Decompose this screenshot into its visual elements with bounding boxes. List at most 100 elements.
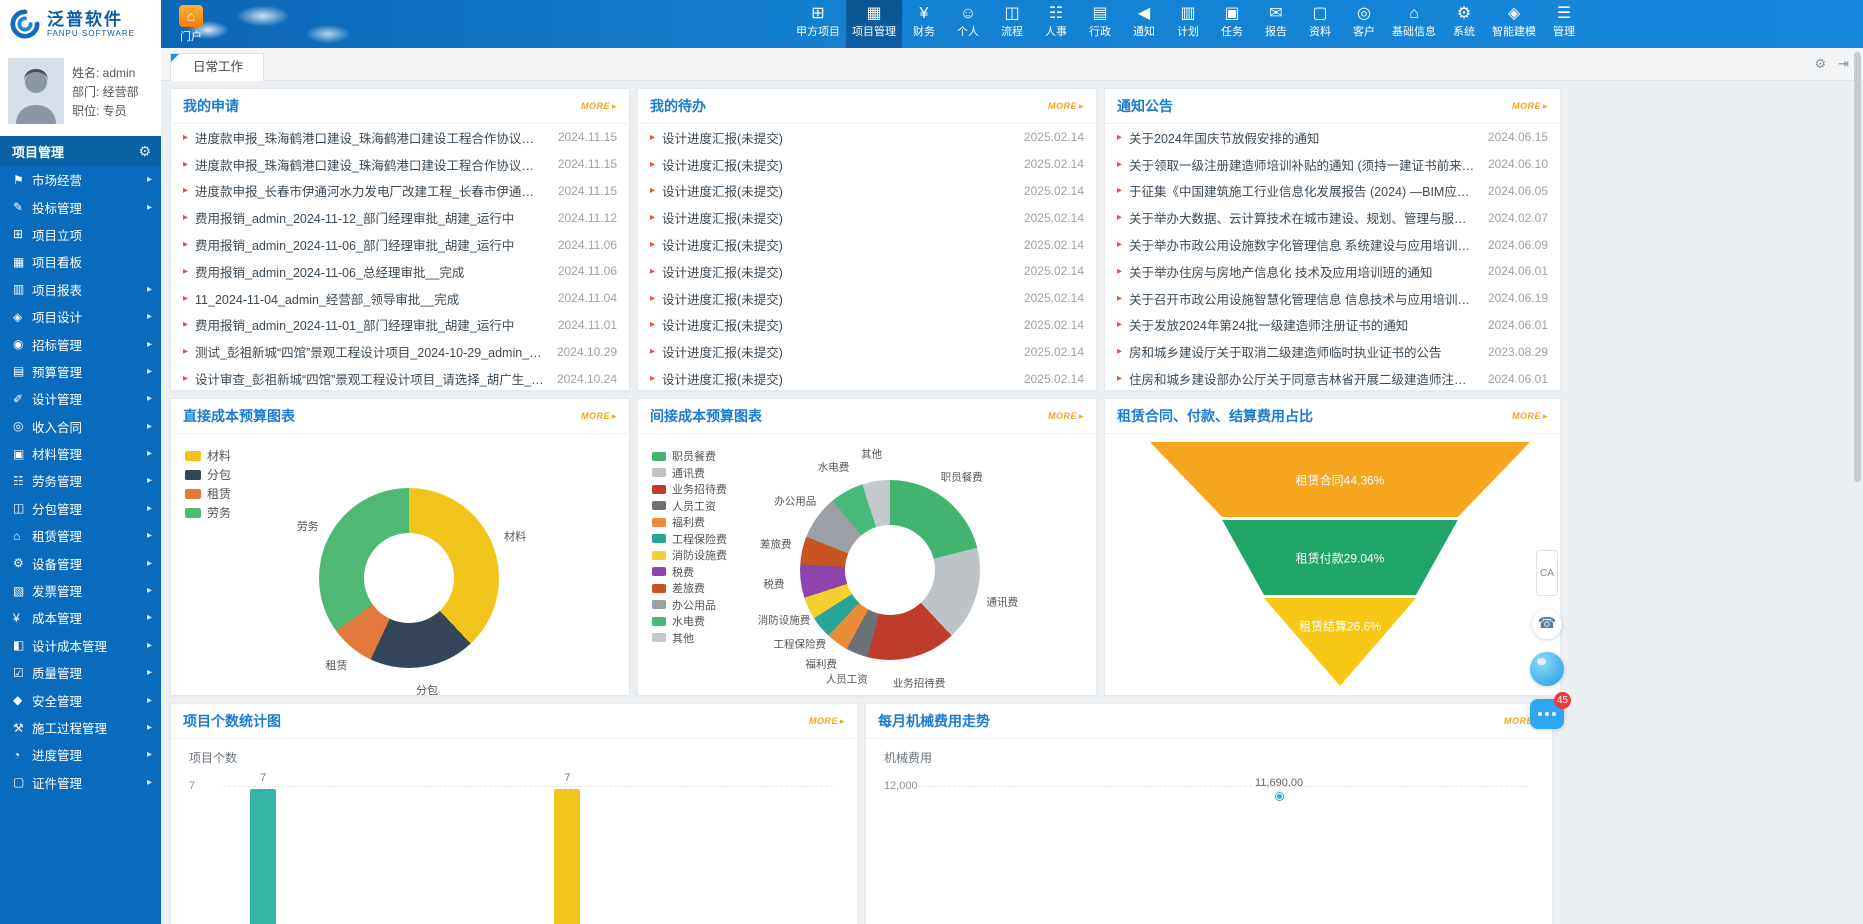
sidebar-item[interactable]: ▦ 项目看板 ▸ (0, 248, 161, 275)
sidebar-item[interactable]: ✐ 设计管理 ▸ (0, 385, 161, 412)
bar-column[interactable]: 7 (243, 772, 283, 924)
gear-icon[interactable]: ⚙ (138, 143, 151, 160)
list-item[interactable]: ▸ 费用报销_admin_2024-11-06_总经理审批__完成 2024.1… (171, 258, 629, 285)
sidebar-item[interactable]: ◧ 设计成本管理 ▸ (0, 632, 161, 659)
top-nav-item[interactable]: ◫ 流程 (990, 0, 1034, 48)
list-item[interactable]: ▸ 设计审查_彭祖新城“四馆”景观工程设计项目_请选择_胡广生_2024-10-… (171, 365, 629, 390)
top-nav-item[interactable]: ☺ 个人 (946, 0, 990, 48)
top-nav-item[interactable]: ☷ 人事 (1034, 0, 1078, 48)
top-nav-item[interactable]: ◎ 客户 (1342, 0, 1386, 48)
list-item[interactable]: ▸ 11_2024-11-04_admin_经营部_领导审批__完成 2024.… (171, 285, 629, 312)
sidebar-item[interactable]: ▥ 项目报表 ▸ (0, 276, 161, 303)
sidebar-item[interactable]: ◔ 进度管理 ▸ (0, 741, 161, 768)
list-item[interactable]: ▸ 于征集《中国建筑施工行业信息化发展报告 (2024) —BIM应用与发展》材… (1105, 178, 1560, 205)
top-nav-item[interactable]: ☰ 管理 (1542, 0, 1586, 48)
legend-item[interactable]: 差旅费 (652, 580, 727, 597)
list-item[interactable]: ▸ 设计进度汇报(未提交) 2025.02.14 (638, 285, 1096, 312)
list-item[interactable]: ▸ 设计进度汇报(未提交) 2025.02.14 (638, 178, 1096, 205)
tab-daily-work[interactable]: 日常工作 (170, 53, 264, 81)
list-item[interactable]: ▸ 设计进度汇报(未提交) 2025.02.14 (638, 258, 1096, 285)
chat-button[interactable]: 45 (1530, 699, 1564, 729)
bar[interactable] (554, 789, 580, 924)
list-item[interactable]: ▸ 房和城乡建设厅关于取消二级建造师临时执业证书的公告 2023.08.29 (1105, 338, 1560, 365)
sidebar-item[interactable]: ◆ 安全管理 ▸ (0, 686, 161, 713)
list-item[interactable]: ▸ 费用报销_admin_2024-11-12_部门经理审批_胡建_运行中 20… (171, 204, 629, 231)
list-item[interactable]: ▸ 关于2024年国庆节放假安排的通知 2024.06.15 (1105, 124, 1560, 151)
top-nav-item[interactable]: ⊞ 甲方项目 (790, 0, 846, 48)
sidebar-item[interactable]: ▤ 预算管理 ▸ (0, 358, 161, 385)
sidebar-item[interactable]: ◉ 招标管理 ▸ (0, 330, 161, 357)
list-item[interactable]: ▸ 设计进度汇报(未提交) 2025.02.14 (638, 204, 1096, 231)
sidebar-item[interactable]: ▧ 发票管理 ▸ (0, 577, 161, 604)
legend-item[interactable]: 办公用品 (652, 597, 727, 614)
top-nav-item[interactable]: ✉ 报告 (1254, 0, 1298, 48)
list-item[interactable]: ▸ 进度款申报_珠海鹤港口建设_珠海鹤港口建设工程合作协议书_admin_...… (171, 124, 629, 151)
list-item[interactable]: ▸ 测试_彭祖新城“四馆”景观工程设计项目_2024-10-29_admin_结… (171, 338, 629, 365)
top-nav-item[interactable]: ¥ 财务 (902, 0, 946, 48)
list-item[interactable]: ▸ 费用报销_admin_2024-11-01_部门经理审批_胡建_运行中 20… (171, 312, 629, 339)
top-nav-item[interactable]: ◈ 智能建模 (1486, 0, 1542, 48)
more-link[interactable]: MORE▸ (1512, 411, 1548, 422)
funnel-segment[interactable]: 租赁合同44.36% (1150, 442, 1530, 517)
sidebar-item[interactable]: ⌂ 租赁管理 ▸ (0, 522, 161, 549)
top-nav-item[interactable]: ▣ 任务 (1210, 0, 1254, 48)
legend-item[interactable]: 租赁 (185, 484, 231, 503)
more-link[interactable]: MORE▸ (581, 411, 617, 422)
legend-item[interactable]: 水电费 (652, 613, 727, 630)
data-point[interactable] (1276, 793, 1283, 800)
top-nav-item[interactable]: ▥ 计划 (1166, 0, 1210, 48)
funnel-segment[interactable]: 租赁付款29.04% (1150, 520, 1530, 595)
sidebar-item[interactable]: ✎ 投标管理 ▸ (0, 193, 161, 220)
legend-item[interactable]: 通讯费 (652, 465, 727, 482)
sidebar-item[interactable]: ⊞ 项目立项 ▸ (0, 221, 161, 248)
top-nav-item[interactable]: ⚙ 系统 (1442, 0, 1486, 48)
sidebar-item[interactable]: ◈ 项目设计 ▸ (0, 303, 161, 330)
list-item[interactable]: ▸ 设计进度汇报(未提交) 2025.02.14 (638, 151, 1096, 178)
sidebar-item[interactable]: ▢ 证件管理 ▸ (0, 769, 161, 796)
sidebar-item[interactable]: ⚙ 设备管理 ▸ (0, 549, 161, 576)
more-link[interactable]: MORE▸ (1512, 101, 1548, 112)
settings-icon[interactable]: ⚙ (1814, 56, 1826, 72)
list-item[interactable]: ▸ 进度款申报_珠海鹤港口建设_珠海鹤港口建设工程合作协议书_admin_...… (171, 151, 629, 178)
top-nav-item[interactable]: ⌂ 基础信息 (1386, 0, 1442, 48)
service-button[interactable] (1530, 652, 1564, 686)
legend-item[interactable]: 工程保险费 (652, 531, 727, 548)
list-item[interactable]: ▸ 关于举办大数据、云计算技术在城市建设、规划、管理与服务中的应用培训班... … (1105, 204, 1560, 231)
bar[interactable] (250, 789, 276, 924)
nav-portal[interactable]: ⌂ 门户 (166, 2, 216, 48)
sidebar-item[interactable]: ☑ 质量管理 ▸ (0, 659, 161, 686)
list-item[interactable]: ▸ 设计进度汇报(未提交) 2025.02.14 (638, 365, 1096, 390)
legend-item[interactable]: 业务招待费 (652, 481, 727, 498)
side-tab-ca[interactable]: CA (1536, 550, 1558, 596)
list-item[interactable]: ▸ 住房和城乡建设部办公厅关于同意吉林省开展二级建造师注册证书电子化试点... … (1105, 365, 1560, 390)
vertical-scrollbar[interactable] (1854, 50, 1861, 920)
list-item[interactable]: ▸ 费用报销_admin_2024-11-06_部门经理审批_胡建_运行中 20… (171, 231, 629, 258)
legend-item[interactable]: 人员工资 (652, 498, 727, 515)
list-item[interactable]: ▸ 设计进度汇报(未提交) 2025.02.14 (638, 231, 1096, 258)
sidebar-item[interactable]: ¥ 成本管理 ▸ (0, 604, 161, 631)
list-item[interactable]: ▸ 关于举办住房与房地产信息化 技术及应用培训班的通知 2024.06.01 (1105, 258, 1560, 285)
sidebar-item[interactable]: ⚑ 市场经营 ▸ (0, 166, 161, 193)
sidebar-item[interactable]: ◎ 收入合同 ▸ (0, 413, 161, 440)
brand-logo[interactable]: 泛普软件 FANPU SOFTWARE (0, 0, 161, 48)
list-item[interactable]: ▸ 关于领取一级注册建造师培训补贴的通知 (须持一建证书前来领取) 2024.0… (1105, 151, 1560, 178)
legend-item[interactable]: 税费 (652, 564, 727, 581)
legend-item[interactable]: 职员餐费 (652, 448, 727, 465)
legend-item[interactable]: 材料 (185, 446, 231, 465)
sidebar-item[interactable]: ☷ 劳务管理 ▸ (0, 467, 161, 494)
list-item[interactable]: ▸ 设计进度汇报(未提交) 2025.02.14 (638, 338, 1096, 365)
list-item[interactable]: ▸ 关于举办市政公用设施数字化管理信息 系统建设与应用培训班的通知 2024.0… (1105, 231, 1560, 258)
legend-item[interactable]: 福利费 (652, 514, 727, 531)
sidebar-item[interactable]: ⚒ 施工过程管理 ▸ (0, 714, 161, 741)
legend-item[interactable]: 其他 (652, 630, 727, 647)
more-link[interactable]: MORE▸ (1048, 101, 1084, 112)
list-item[interactable]: ▸ 进度款申报_长春市伊通河水力发电厂改建工程_长春市伊通河水力发电... 20… (171, 178, 629, 205)
top-nav-item[interactable]: ◀ 通知 (1122, 0, 1166, 48)
list-item[interactable]: ▸ 设计进度汇报(未提交) 2025.02.14 (638, 124, 1096, 151)
list-item[interactable]: ▸ 关于召开市政公用设施智慧化管理信息 信息技术与应用培训班的通知 2024.0… (1105, 285, 1560, 312)
more-link[interactable]: MORE▸ (1048, 411, 1084, 422)
bar-column[interactable]: 7 (547, 772, 587, 924)
legend-item[interactable]: 消防设施费 (652, 547, 727, 564)
top-nav-item[interactable]: ▢ 资料 (1298, 0, 1342, 48)
more-link[interactable]: MORE▸ (581, 101, 617, 112)
